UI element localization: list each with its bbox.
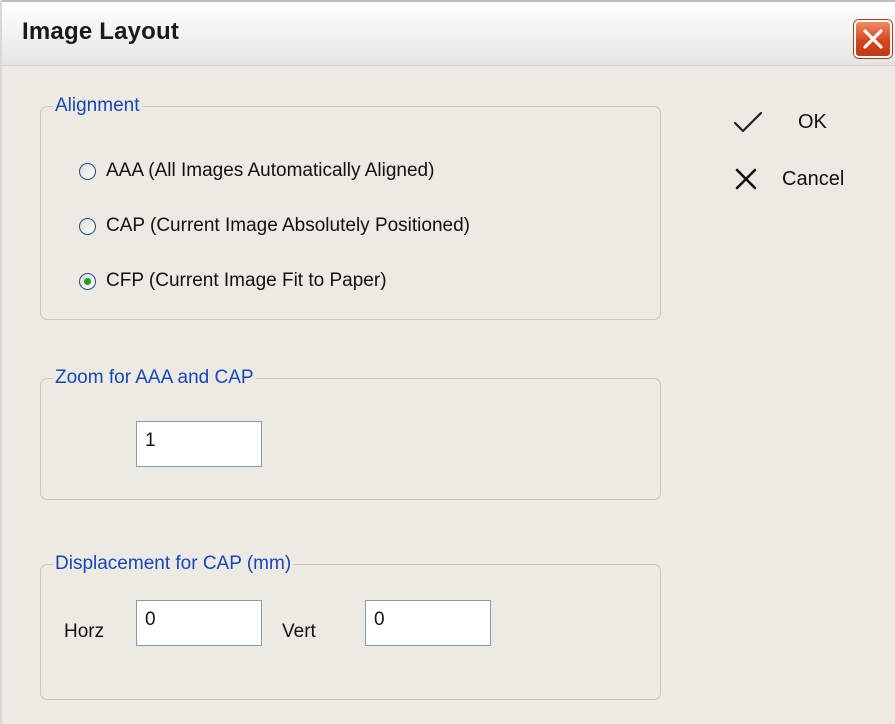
dialog-title: Image Layout (22, 18, 180, 45)
zoom-legend: Zoom for AAA and CAP (55, 367, 254, 388)
close-button[interactable] (854, 20, 892, 58)
cancel-button[interactable]: Cancel (733, 166, 844, 192)
cancel-x-icon (735, 168, 757, 190)
zoom-input[interactable]: 1 (136, 421, 262, 467)
radio-label: CFP (Current Image Fit to Paper) (106, 270, 387, 291)
radio-option-cfp[interactable]: CFP (Current Image Fit to Paper) (79, 270, 387, 292)
radio-option-cap[interactable]: CAP (Current Image Absolutely Positioned… (79, 215, 470, 237)
zoom-group: Zoom for AAA and CAP (40, 367, 661, 500)
horz-label: Horz (64, 621, 105, 642)
radio-label: CAP (Current Image Absolutely Positioned… (106, 215, 470, 236)
ok-label: OK (798, 110, 827, 133)
radio-selected-dot (84, 277, 91, 285)
title-bar[interactable]: Image Layout (2, 0, 895, 66)
displacement-legend: Displacement for CAP (mm) (55, 553, 292, 574)
checkmark-icon (733, 111, 763, 133)
vert-label: Vert (282, 621, 316, 642)
image-layout-dialog: Image Layout Alignment AAA (All Images A… (0, 0, 895, 724)
radio-option-aaa[interactable]: AAA (All Images Automatically Aligned) (79, 160, 434, 182)
horz-input[interactable]: 0 (136, 600, 262, 646)
radio-label: AAA (All Images Automatically Aligned) (106, 160, 435, 181)
radio-button[interactable] (79, 162, 96, 180)
radio-button-selected[interactable] (79, 272, 96, 290)
displacement-group: Displacement for CAP (mm) (40, 553, 661, 700)
ok-button[interactable]: OK (733, 110, 827, 134)
close-icon (863, 29, 883, 49)
radio-button[interactable] (79, 217, 96, 235)
alignment-legend: Alignment (55, 95, 140, 116)
vert-input[interactable]: 0 (365, 600, 491, 646)
cancel-label: Cancel (782, 167, 845, 190)
